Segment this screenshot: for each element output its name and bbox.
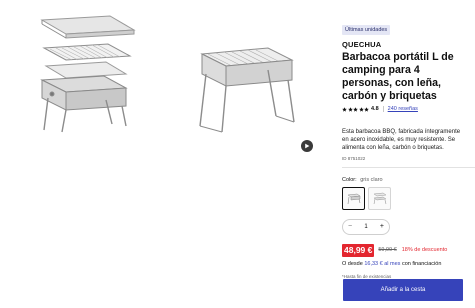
product-title: Barbacoa portátil L de camping para 4 pe…	[342, 51, 454, 102]
price-row: 48,99 € 59,99 € 18% de descuento	[342, 243, 463, 257]
quantity-stepper: − 1 +	[342, 218, 390, 235]
rating-value: 4.8	[371, 106, 379, 112]
star-icon	[342, 106, 347, 112]
quantity-decrease-button[interactable]: −	[348, 223, 352, 230]
financing-info: O desde 16,33 € al mes con financiación	[342, 261, 463, 267]
financing-suffix: con financiación	[401, 260, 442, 267]
barbacoa-thumbnail-icon	[373, 192, 387, 205]
current-price: 48,99 €	[342, 243, 375, 257]
color-swatch[interactable]	[368, 186, 391, 210]
product-gallery	[0, 0, 322, 308]
barbacoa-open-exploded-icon[interactable]	[22, 8, 162, 138]
play-video-button[interactable]	[301, 140, 313, 152]
rating-row: 4.8 240 reseñas	[342, 106, 463, 112]
add-to-cart-button[interactable]: Añadir a la cesta	[343, 279, 463, 301]
stock-note: *Hasta fin de existencias	[342, 273, 392, 279]
quantity-increase-button[interactable]: +	[380, 223, 384, 230]
financing-prefix: O desde	[342, 260, 363, 267]
star-icon	[364, 106, 369, 112]
play-icon	[305, 143, 310, 149]
product-info-panel: Últimas unidades QUECHUA Barbacoa portát…	[322, 0, 475, 308]
barbacoa-assembled-icon[interactable]	[172, 30, 312, 140]
star-icon	[347, 106, 353, 112]
color-selector-label: Color: gris claro	[342, 177, 463, 183]
divider	[342, 166, 475, 168]
star-icon	[353, 106, 358, 112]
product-ref: ID 8751022	[342, 155, 366, 161]
star-icon	[358, 106, 364, 112]
product-brand[interactable]: QUECHUA	[342, 40, 463, 49]
status-badge: Últimas unidades	[342, 25, 391, 35]
divider	[382, 106, 384, 112]
color-swatch-selected[interactable]	[342, 186, 365, 210]
color-label: Color:	[342, 176, 357, 183]
quantity-value[interactable]: 1	[364, 224, 367, 230]
reviews-link[interactable]: 240 reseñas	[388, 106, 418, 112]
financing-link[interactable]: 16,33 € al mes	[364, 261, 400, 267]
rating-stars	[342, 106, 369, 112]
discount-label: 18% de descuento	[401, 247, 448, 254]
barbacoa-thumbnail-icon	[347, 193, 361, 205]
old-price: 59,99 €	[378, 247, 397, 254]
product-description: Esta barbacoa BBQ, fabricada íntegrament…	[342, 129, 461, 152]
color-swatches	[342, 186, 463, 210]
color-value: gris claro	[360, 176, 383, 183]
